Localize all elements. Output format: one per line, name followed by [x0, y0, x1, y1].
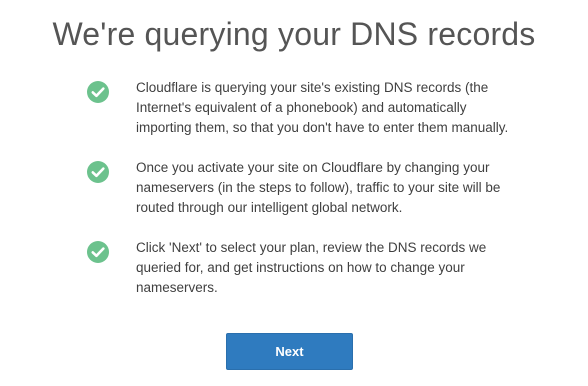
step-item-next: Click 'Next' to select your plan, review…	[86, 238, 516, 298]
next-button[interactable]: Next	[226, 333, 353, 370]
steps-list: Cloudflare is querying your site's exist…	[86, 78, 516, 298]
step-item-activate: Once you activate your site on Cloudflar…	[86, 158, 516, 218]
check-circle-icon	[86, 80, 110, 104]
step-text: Cloudflare is querying your site's exist…	[136, 80, 509, 135]
step-item-querying: Cloudflare is querying your site's exist…	[86, 78, 516, 138]
page-title: We're querying your DNS records	[52, 16, 536, 52]
step-text: Click 'Next' to select your plan, review…	[136, 240, 487, 295]
step-text: Once you activate your site on Cloudflar…	[136, 160, 501, 215]
check-circle-icon	[86, 240, 110, 264]
check-circle-icon	[86, 160, 110, 184]
